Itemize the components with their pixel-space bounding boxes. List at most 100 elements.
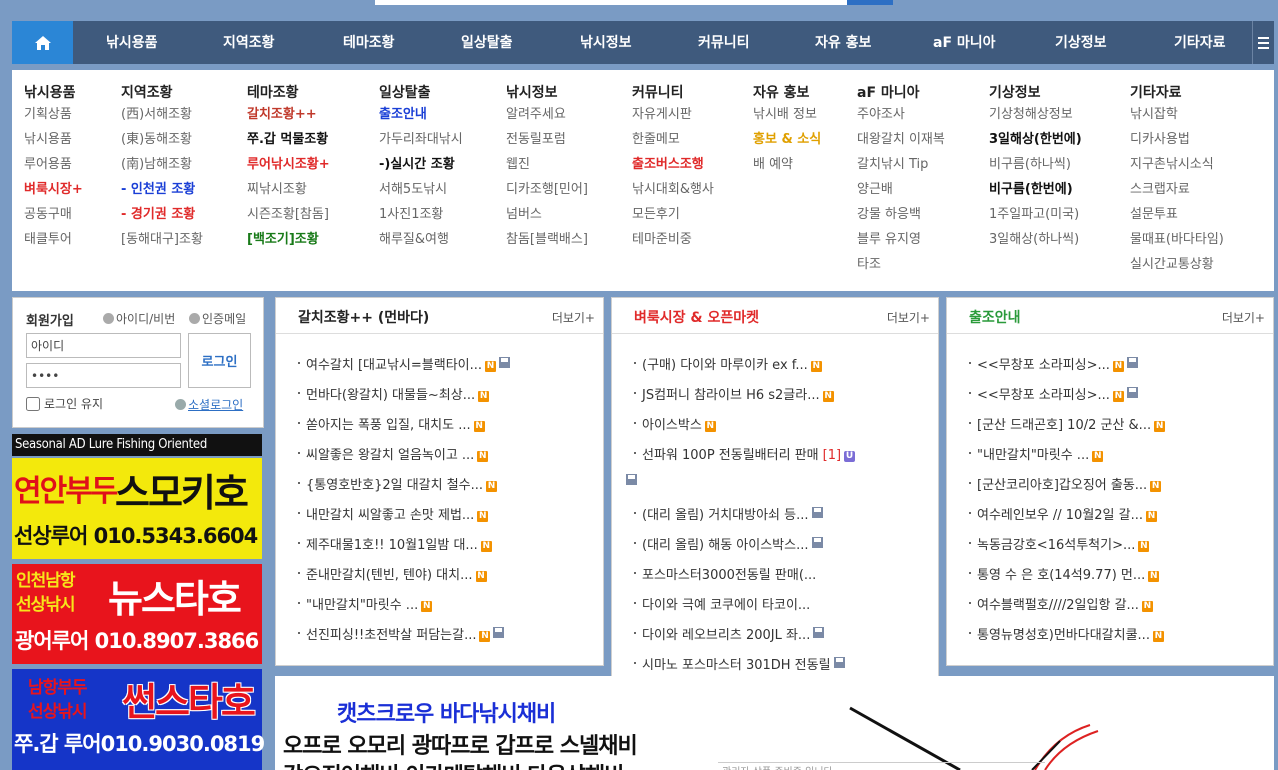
post-item[interactable]: [626, 474, 855, 504]
menu-link[interactable]: 1주일파고(미국): [989, 204, 1082, 229]
menu-link[interactable]: 비구름(한번에): [989, 179, 1082, 204]
menu-link[interactable]: 웹진: [506, 154, 588, 179]
menu-link[interactable]: 3일해상(한번에): [989, 129, 1082, 154]
nav-item-fishing-goods[interactable]: 낚시용품: [106, 21, 158, 64]
menu-link[interactable]: 전동릴포럼: [506, 129, 588, 154]
post-item[interactable]: 아이스박스 N: [634, 414, 855, 444]
menu-link[interactable]: 낚시용품: [24, 129, 83, 154]
post-item[interactable]: 여수블랙펄호////2일입항 갈... N: [969, 594, 1165, 624]
keep-login-checkbox[interactable]: 로그인 유지: [26, 395, 103, 412]
post-item[interactable]: (대리 올림) 거치대방아쇠 등...: [634, 504, 855, 534]
menu-link[interactable]: 배 예약: [753, 154, 821, 179]
search-button[interactable]: [847, 0, 893, 5]
menu-link[interactable]: 갈치조황++: [247, 104, 330, 129]
post-item[interactable]: JS컴퍼니 참라이브 H6 s2글라... N: [634, 384, 855, 414]
post-item[interactable]: (대리 올림) 해동 아이스박스...: [634, 534, 855, 564]
menu-link[interactable]: 대왕갈치 이재복: [857, 129, 945, 154]
menu-link[interactable]: 주야조사: [857, 104, 945, 129]
menu-link[interactable]: [동해대구]조황: [121, 229, 203, 254]
menu-link[interactable]: 실시간교통상황: [1130, 254, 1224, 279]
menu-link[interactable]: 한줄메모: [632, 129, 714, 154]
menu-link[interactable]: 루어용품: [24, 154, 83, 179]
menu-link[interactable]: 디카사용법: [1130, 129, 1224, 154]
menu-link[interactable]: 출조안내: [379, 104, 463, 129]
nav-item-promo[interactable]: 자유 홍보: [815, 21, 871, 64]
post-item[interactable]: 여수갈치 [대교낚시=블랙타이... N: [298, 354, 511, 384]
username-input[interactable]: [26, 333, 181, 358]
ad-banner-sunstar[interactable]: 남항부두 선상낚시 썬스타호 쭈.갑 루어010.9030.0819: [12, 669, 265, 770]
menu-link[interactable]: 홍보 & 소식: [753, 129, 821, 154]
post-item[interactable]: (구매) 다이와 마루이카 ex f... N: [634, 354, 855, 384]
menu-link[interactable]: 해루질&여행: [379, 229, 463, 254]
menu-link[interactable]: (南)남해조황: [121, 154, 203, 179]
post-item[interactable]: [군산 드래곤호] 10/2 군산 &... N: [969, 414, 1166, 444]
post-item[interactable]: 통영뉴명성호)먼바다대갈치쿨... N: [969, 624, 1165, 654]
nav-item-daily[interactable]: 일상탈출: [461, 21, 513, 64]
nav-item-community[interactable]: 커뮤니티: [698, 21, 750, 64]
post-item[interactable]: 통영 수 은 호(14석9.77) 먼... N: [969, 564, 1165, 594]
panel-title[interactable]: 갈치조황++ (먼바다): [298, 307, 429, 327]
menu-link[interactable]: 테마준비중: [632, 229, 714, 254]
post-item[interactable]: 포스마스터3000전동릴 판매(...: [634, 564, 855, 594]
post-item[interactable]: 먼바다(왕갈치) 대물들~최상... N: [298, 384, 510, 414]
find-account-link[interactable]: 아이디/비번: [103, 310, 175, 327]
panel-title[interactable]: 벼룩시장 & 오픈마켓: [634, 307, 759, 327]
menu-link[interactable]: 시즌조황[참돔]: [247, 204, 330, 229]
post-item[interactable]: <<무창포 소라피싱>... N: [969, 354, 1165, 384]
menu-link[interactable]: (西)서해조황: [121, 104, 203, 129]
nav-item-info[interactable]: 낚시정보: [580, 21, 632, 64]
home-button[interactable]: [12, 21, 73, 64]
post-item[interactable]: <<무창포 소라피싱>... N: [969, 384, 1165, 414]
menu-link[interactable]: 벼룩시장+: [24, 179, 83, 204]
more-link[interactable]: 더보기+: [1222, 309, 1265, 326]
post-item[interactable]: 여수레인보우 // 10월2일 갈... N: [969, 504, 1165, 534]
post-item[interactable]: 씨알좋은 왕갈치 얼음녹이고 ... N: [298, 444, 510, 474]
post-item[interactable]: 다이와 극예 코쿠에이 타코이...: [634, 594, 855, 624]
verify-email-link[interactable]: 인증메일: [189, 310, 246, 327]
menu-link[interactable]: 디카조행[민어]: [506, 179, 588, 204]
post-item[interactable]: "내만갈치"마릿수 ... N: [298, 594, 510, 624]
menu-link[interactable]: 비구름(하나씩): [989, 154, 1082, 179]
nav-item-weather[interactable]: 기상정보: [1055, 21, 1107, 64]
menu-link[interactable]: 넘버스: [506, 204, 588, 229]
menu-link[interactable]: (東)동해조황: [121, 129, 203, 154]
post-item[interactable]: [군산코리아호]갑오징어 출동... N: [969, 474, 1165, 504]
menu-link[interactable]: 블루 유지영: [857, 229, 945, 254]
top-search-bar[interactable]: [375, 0, 893, 5]
menu-link[interactable]: 물때표(바다타임): [1130, 229, 1224, 254]
post-item[interactable]: 다이와 레오브리츠 200JL 좌...: [634, 624, 855, 654]
post-item[interactable]: 내만갈치 씨알좋고 손맛 제법... N: [298, 504, 510, 534]
menu-link[interactable]: -)실시간 조황: [379, 154, 463, 179]
menu-link[interactable]: 스크랩자료: [1130, 179, 1224, 204]
menu-link[interactable]: 쭈.갑 먹물조황: [247, 129, 330, 154]
nav-item-etc[interactable]: 기타자료: [1174, 21, 1226, 64]
post-item[interactable]: {통영호반호}2일 대갈치 철수... N: [298, 474, 510, 504]
menu-link[interactable]: 3일해상(하나씩): [989, 229, 1082, 254]
post-item[interactable]: "내만갈치"마릿수 ... N: [969, 444, 1165, 474]
bottom-banner[interactable]: 캣츠크로우 바다낚시채비 오프로 오모리 광따프로 갑프로 스넬채비 갑오징어채…: [275, 676, 1274, 770]
menu-link[interactable]: 모든후기: [632, 204, 714, 229]
menu-link[interactable]: 지구촌낚시소식: [1130, 154, 1224, 179]
menu-link[interactable]: 서해5도낚시: [379, 179, 463, 204]
post-item[interactable]: 녹동금강호<16석투척기>... N: [969, 534, 1165, 564]
menu-link[interactable]: 1사진1조황: [379, 204, 463, 229]
menu-link[interactable]: 양근배: [857, 179, 945, 204]
menu-link[interactable]: 낚시배 정보: [753, 104, 821, 129]
post-item[interactable]: 선진피싱!!초전박살 퍼담는갈... N: [298, 624, 510, 654]
nav-item-region[interactable]: 지역조황: [223, 21, 275, 64]
menu-link[interactable]: 낚시대회&행사: [632, 179, 714, 204]
menu-link[interactable]: 공동구매: [24, 204, 83, 229]
menu-link[interactable]: [백조기]조황: [247, 229, 330, 254]
social-login-link[interactable]: 소셜로그인: [175, 396, 243, 413]
menu-link[interactable]: 타조: [857, 254, 945, 279]
menu-link[interactable]: 낚시잡학: [1130, 104, 1224, 129]
menu-link[interactable]: 기상청해상정보: [989, 104, 1082, 129]
menu-link[interactable]: - 인천권 조황: [121, 179, 203, 204]
menu-link[interactable]: 강물 하응백: [857, 204, 945, 229]
menu-link[interactable]: 갈치낚시 Tip: [857, 154, 945, 179]
menu-link[interactable]: - 경기권 조황: [121, 204, 203, 229]
keep-login-check[interactable]: [26, 396, 40, 411]
menu-link[interactable]: 태클투어: [24, 229, 83, 254]
nav-item-mania[interactable]: aF 마니아: [933, 21, 996, 64]
more-link[interactable]: 더보기+: [887, 309, 930, 326]
